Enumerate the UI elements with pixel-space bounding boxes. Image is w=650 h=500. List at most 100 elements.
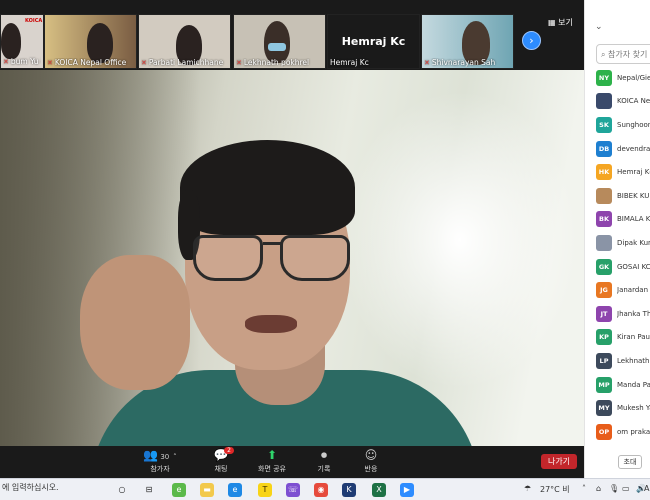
koica-logo: KOICA (25, 18, 43, 24)
record-button[interactable]: ⏺ 기록 (299, 448, 349, 474)
chat-button[interactable]: 💬 2 채팅 (196, 447, 246, 474)
participant-item[interactable]: MP Manda Pa (596, 373, 650, 397)
thumbnail-3[interactable]: ✕ Lekhnath pokhrel (233, 14, 326, 69)
thumbnail-name: ✕bum Yu 주... (3, 57, 41, 66)
microphone-icon[interactable]: 🎙 (609, 484, 619, 493)
chrome-icon[interactable]: ◉ (314, 483, 328, 497)
participant-name: Sunghoon (617, 120, 650, 129)
glasses-right-lens (280, 235, 350, 281)
network-icon[interactable]: ⌂ (596, 484, 601, 493)
participant-name: Manda Pa (617, 380, 650, 389)
participant-item[interactable]: SK Sunghoon (596, 113, 650, 137)
participant-item[interactable]: NY Nepal/Gie (596, 66, 650, 90)
excel-icon[interactable]: X (372, 483, 386, 497)
reactions-icon: ☺ (364, 448, 378, 462)
glasses-left-lens (193, 235, 263, 281)
task-view-icon[interactable]: ⊟ (142, 483, 156, 497)
participant-item[interactable]: Dipak Kum (596, 231, 650, 255)
thumbnail-name: ✕ Shivnarayan Sah (424, 58, 496, 67)
participant-item[interactable]: DB devendra (596, 137, 650, 161)
participant-item[interactable]: BIBEK KUM (596, 184, 650, 208)
thumbnail-name: Hemraj Kc (330, 58, 369, 67)
participant-item[interactable]: HK Hemraj Kc (596, 160, 650, 184)
participant-avatar: MY (596, 400, 612, 417)
zoom-taskbar-icon[interactable]: ▶ (400, 483, 414, 497)
speaker-mouth (245, 315, 297, 333)
participant-name: Dipak Kum (617, 238, 650, 247)
taskbar-search-input[interactable]: 에 입력하십시오. (0, 482, 100, 493)
temperature-text[interactable]: 27°C 비 (540, 484, 570, 495)
participant-name: GOSAI KC (617, 262, 650, 271)
participant-avatar (596, 93, 612, 110)
participants-icon: 👥 30 ˄ (143, 448, 177, 462)
participant-item[interactable]: JG Janardan G (596, 278, 650, 302)
muted-mic-icon: ✕ (47, 59, 53, 67)
share-screen-button[interactable]: ⬆ 화면 공유 (247, 448, 297, 474)
thumbnail-name: ✕ Lekhnath pokhrel (236, 58, 310, 67)
kakaotalk-icon[interactable]: T (258, 483, 272, 497)
record-icon: ⏺ (320, 448, 327, 462)
active-speaker-name: Hemraj Kc (341, 35, 406, 48)
chat-badge: 2 (224, 447, 234, 454)
muted-mic-icon: ✕ (141, 59, 147, 67)
participant-name: Kiran Paud (617, 333, 650, 342)
viber-icon[interactable]: ☏ (286, 483, 300, 497)
thumbnail-1[interactable]: ✕ KOICA Nepal Office (44, 14, 137, 69)
thumbnail-4[interactable]: Hemraj Kc Hemraj Kc (327, 14, 420, 69)
invite-button[interactable]: 초대 (618, 455, 642, 469)
participant-name: BIMALA K (617, 215, 650, 224)
participant-name: Nepal/Gie (617, 73, 650, 82)
participants-panel: ⌄ ⌕ 참가자 찾기 NY Nepal/Gie KOICA Ne SK Sunghoon… (584, 0, 650, 478)
participant-name: Jhanka Th (617, 309, 650, 318)
file-explorer-icon[interactable]: ▬ (200, 483, 214, 497)
thumbnail-0[interactable]: KOICA ✕bum Yu 주... (0, 14, 44, 69)
participant-item[interactable]: KP Kiran Paud (596, 326, 650, 350)
next-page-button[interactable]: › (522, 31, 541, 50)
weather-icon: ☂ (524, 484, 532, 493)
view-button[interactable]: ▦ 보기 (548, 17, 573, 28)
reactions-button[interactable]: ☺ 반응 (346, 448, 396, 474)
participant-item[interactable]: OP om prakas (596, 420, 650, 444)
koica-app-icon[interactable]: K (342, 483, 356, 497)
participant-item[interactable]: GK GOSAI KC (596, 255, 650, 279)
thumbnail-2[interactable]: ✕ Parbati Lamichhane (138, 14, 231, 69)
participant-item[interactable]: LP Lekhnath p (596, 349, 650, 373)
participant-item[interactable]: JT Jhanka Th (596, 302, 650, 326)
participant-avatar: JT (596, 305, 612, 322)
participant-avatar: HK (596, 164, 612, 181)
thumbnail-name: ✕ Parbati Lamichhane (141, 58, 224, 67)
participant-name: BIBEK KUM (617, 191, 650, 200)
grid-icon: ▦ (548, 18, 556, 27)
chevron-down-icon[interactable]: ⌄ (595, 22, 603, 32)
battery-icon[interactable]: ▭ (622, 484, 630, 493)
video-thumbnail-strip: KOICA ✕bum Yu 주... ✕KOICA Nepal Office ✕… (0, 0, 584, 70)
browser-icon[interactable]: e (228, 483, 242, 497)
participant-name: Mukesh Ya (617, 404, 650, 413)
participant-avatar: KP (596, 329, 612, 346)
participant-list: NY Nepal/Gie KOICA Ne SK Sunghoon DB devendra H… (596, 66, 650, 444)
language-indicator[interactable]: A (644, 484, 649, 493)
participant-avatar: JG (596, 282, 612, 299)
meeting-toolbar: 👥 30 ˄ 참가자 💬 2 채팅 ⬆ 화면 공유 ⏺ 기록 ☺ 반응 나가기 (0, 446, 584, 478)
thumbnail-5[interactable]: ✕ Shivnarayan Sah (421, 14, 514, 69)
muted-mic-icon: ✕ (236, 59, 242, 67)
participant-item[interactable]: BK BIMALA K (596, 208, 650, 232)
muted-mic-icon: ✕ (424, 59, 430, 67)
speaker-hair (180, 140, 355, 235)
participant-item[interactable]: MY Mukesh Ya (596, 396, 650, 420)
participant-name: KOICA Ne (617, 97, 650, 106)
cortana-icon[interactable]: ○ (115, 483, 129, 497)
participant-search-input[interactable]: ⌕ 참가자 찾기 (596, 44, 650, 64)
edge-icon[interactable]: e (172, 483, 186, 497)
participant-figure (87, 23, 113, 63)
participant-item[interactable]: KOICA Ne (596, 90, 650, 114)
zoom-meeting-window: KOICA ✕bum Yu 주... ✕KOICA Nepal Office ✕… (0, 0, 650, 500)
leave-button[interactable]: 나가기 (541, 454, 577, 469)
chevron-up-icon[interactable]: ˄ (582, 484, 586, 493)
search-icon: ⌕ (601, 50, 606, 59)
participant-avatar: OP (596, 423, 612, 440)
participants-button[interactable]: 👥 30 ˄ 참가자 (135, 448, 185, 474)
speaker-hand (80, 255, 190, 390)
participant-name: om prakas (617, 427, 650, 436)
glasses-bridge (263, 242, 283, 245)
